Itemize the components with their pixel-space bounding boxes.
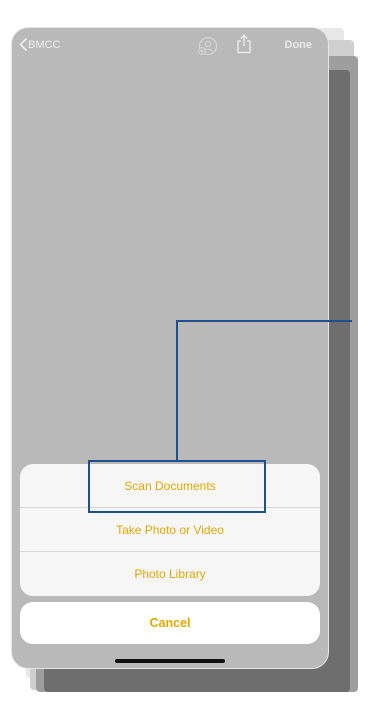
annotation-highlight-box bbox=[88, 460, 266, 513]
take-photo-or-video-option[interactable]: Take Photo or Video bbox=[20, 508, 320, 552]
annotation-leader-line bbox=[176, 320, 352, 322]
done-button[interactable]: Done bbox=[285, 39, 313, 51]
share-icon[interactable] bbox=[236, 34, 252, 54]
phone-screen: BMCC Done Scan Documents Take Photo or V… bbox=[12, 28, 328, 668]
person-add-icon[interactable] bbox=[197, 36, 219, 56]
chevron-left-icon bbox=[19, 38, 27, 51]
navigation-bar: BMCC Done bbox=[12, 28, 328, 64]
cancel-button[interactable]: Cancel bbox=[20, 602, 320, 644]
back-label: BMCC bbox=[28, 38, 61, 51]
back-button[interactable]: BMCC bbox=[19, 38, 60, 51]
photo-library-option[interactable]: Photo Library bbox=[20, 552, 320, 596]
annotation-leader-line bbox=[176, 321, 178, 461]
home-indicator[interactable] bbox=[115, 659, 225, 663]
